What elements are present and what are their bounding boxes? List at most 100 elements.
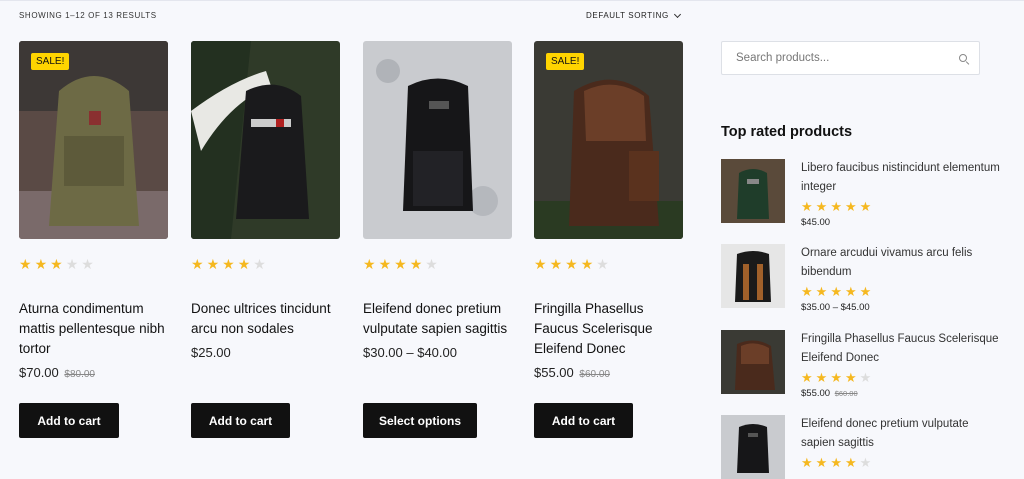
product-name[interactable]: Donec ultrices tincidunt arcu non sodale…	[191, 299, 337, 339]
star-icon: ★	[844, 455, 857, 470]
star-icon: ★	[801, 199, 813, 214]
rating-stars: ★ ★ ★ ★ ★	[801, 285, 1001, 298]
product-search	[721, 41, 980, 75]
current-price: $35.00 – $45.00	[801, 302, 870, 313]
star-icon: ★	[830, 370, 842, 385]
star-icon: ★	[801, 455, 813, 470]
sort-label: DEFAULT SORTING	[586, 11, 669, 20]
product-card[interactable]: ★ ★ ★ ★ ★ Donec ultrices tincidunt arcu …	[191, 41, 340, 360]
top-rated-price: $55.00 $60.00	[801, 388, 1001, 399]
star-icon: ★	[815, 455, 828, 470]
product-card[interactable]: ★ ★ ★ ★ ★ Eleifend donec pretium vulputa…	[363, 41, 512, 360]
star-icon: ★	[81, 256, 94, 272]
star-icon: ★	[815, 370, 828, 385]
star-icon: ★	[859, 284, 872, 299]
old-price: $60.00	[579, 369, 610, 380]
star-icon: ★	[378, 256, 392, 272]
current-price: $45.00	[801, 217, 831, 228]
star-icon: ★	[425, 256, 438, 272]
rating-stars: ★ ★ ★ ★ ★	[191, 257, 340, 271]
add-to-cart-button[interactable]: Add to cart	[534, 403, 633, 438]
current-price: $30.00 – $40.00	[363, 345, 457, 360]
product-image-black-backpack-hand[interactable]	[191, 41, 340, 239]
sale-badge: SALE!	[546, 53, 585, 70]
old-price: $60.00	[834, 389, 858, 398]
add-to-cart-button[interactable]: Add to cart	[191, 403, 290, 438]
top-rated-title: Top rated products	[721, 124, 853, 140]
star-icon: ★	[844, 284, 857, 299]
star-icon: ★	[596, 256, 609, 272]
star-icon: ★	[65, 256, 79, 272]
top-rated-thumbnail[interactable]	[721, 159, 785, 223]
current-price: $25.00	[191, 345, 231, 360]
top-rated-name[interactable]: Ornare arcudui vivamus arcu felis bibend…	[801, 244, 1001, 282]
current-price: $70.00	[19, 365, 59, 380]
star-icon: ★	[830, 455, 842, 470]
product-price: $55.00 $60.00	[534, 365, 683, 380]
product-price: $25.00	[191, 345, 340, 360]
top-rated-name[interactable]: Fringilla Phasellus Faucus Scelerisque E…	[801, 330, 1001, 368]
star-icon: ★	[394, 256, 407, 272]
add-to-cart-button[interactable]: Add to cart	[19, 403, 119, 438]
select-options-button[interactable]: Select options	[363, 403, 477, 438]
rating-stars: ★ ★ ★ ★ ★	[19, 257, 168, 271]
star-icon: ★	[50, 256, 63, 272]
star-icon: ★	[409, 256, 423, 272]
top-rated-price: $45.00	[801, 217, 1001, 228]
current-price: $55.00	[534, 365, 574, 380]
product-image-brown-leather-backpack[interactable]: SALE!	[534, 41, 683, 239]
product-name[interactable]: Fringilla Phasellus Faucus Scelerisque E…	[534, 299, 680, 359]
star-icon: ★	[253, 256, 266, 272]
product-card[interactable]: SALE! ★ ★ ★ ★ ★ Fringilla Phasellus Fauc…	[534, 41, 683, 380]
star-icon: ★	[34, 256, 48, 272]
product-price: $70.00 $80.00	[19, 365, 168, 380]
top-rated-thumbnail[interactable]	[721, 330, 785, 394]
product-card[interactable]: SALE! ★ ★ ★ ★ ★ Aturna condimentum matti…	[19, 41, 168, 380]
product-image-green-backpack[interactable]: SALE!	[19, 41, 168, 239]
rating-stars: ★ ★ ★ ★ ★	[363, 257, 512, 271]
top-rated-name[interactable]: Eleifend donec pretium vulputate sapien …	[801, 415, 1001, 453]
star-icon: ★	[191, 256, 204, 272]
sort-dropdown[interactable]: DEFAULT SORTING	[586, 10, 681, 20]
top-rated-thumbnail[interactable]	[721, 244, 785, 308]
top-divider	[0, 0, 1024, 1]
star-icon: ★	[237, 256, 251, 272]
star-icon: ★	[801, 370, 813, 385]
current-price: $55.00	[801, 388, 831, 399]
star-icon: ★	[815, 284, 828, 299]
old-price: $80.00	[64, 369, 95, 380]
results-count: SHOWING 1–12 OF 13 RESULTS	[19, 11, 157, 20]
rating-stars: ★ ★ ★ ★ ★	[801, 456, 1001, 469]
star-icon: ★	[815, 199, 828, 214]
star-icon: ★	[859, 455, 872, 470]
rating-stars: ★ ★ ★ ★ ★	[801, 200, 1001, 213]
product-name[interactable]: Aturna condimentum mattis pellentesque n…	[19, 299, 165, 359]
star-icon: ★	[830, 199, 842, 214]
star-icon: ★	[534, 256, 547, 272]
star-icon: ★	[844, 370, 857, 385]
sale-badge: SALE!	[31, 53, 70, 70]
top-rated-name[interactable]: Libero faucibus nistincidunt elementum i…	[801, 159, 1001, 197]
product-price: $30.00 – $40.00	[363, 345, 512, 360]
product-image-black-backpack-snow[interactable]	[363, 41, 512, 239]
star-icon: ★	[844, 199, 857, 214]
star-icon: ★	[859, 199, 872, 214]
top-rated-price: $35.00 – $45.00	[801, 302, 1001, 313]
star-icon: ★	[801, 284, 813, 299]
product-name[interactable]: Eleifend donec pretium vulputate sapien …	[363, 299, 509, 339]
search-input[interactable]	[734, 51, 948, 65]
star-icon: ★	[19, 256, 32, 272]
rating-stars: ★ ★ ★ ★ ★	[534, 257, 683, 271]
search-icon[interactable]	[959, 54, 967, 62]
top-rated-thumbnail[interactable]	[721, 415, 785, 479]
star-icon: ★	[363, 256, 376, 272]
star-icon: ★	[549, 256, 563, 272]
star-icon: ★	[222, 256, 235, 272]
rating-stars: ★ ★ ★ ★ ★	[801, 371, 1001, 384]
star-icon: ★	[580, 256, 594, 272]
star-icon: ★	[859, 370, 872, 385]
star-icon: ★	[830, 284, 842, 299]
star-icon: ★	[206, 256, 220, 272]
chevron-down-icon	[673, 10, 681, 18]
star-icon: ★	[565, 256, 578, 272]
